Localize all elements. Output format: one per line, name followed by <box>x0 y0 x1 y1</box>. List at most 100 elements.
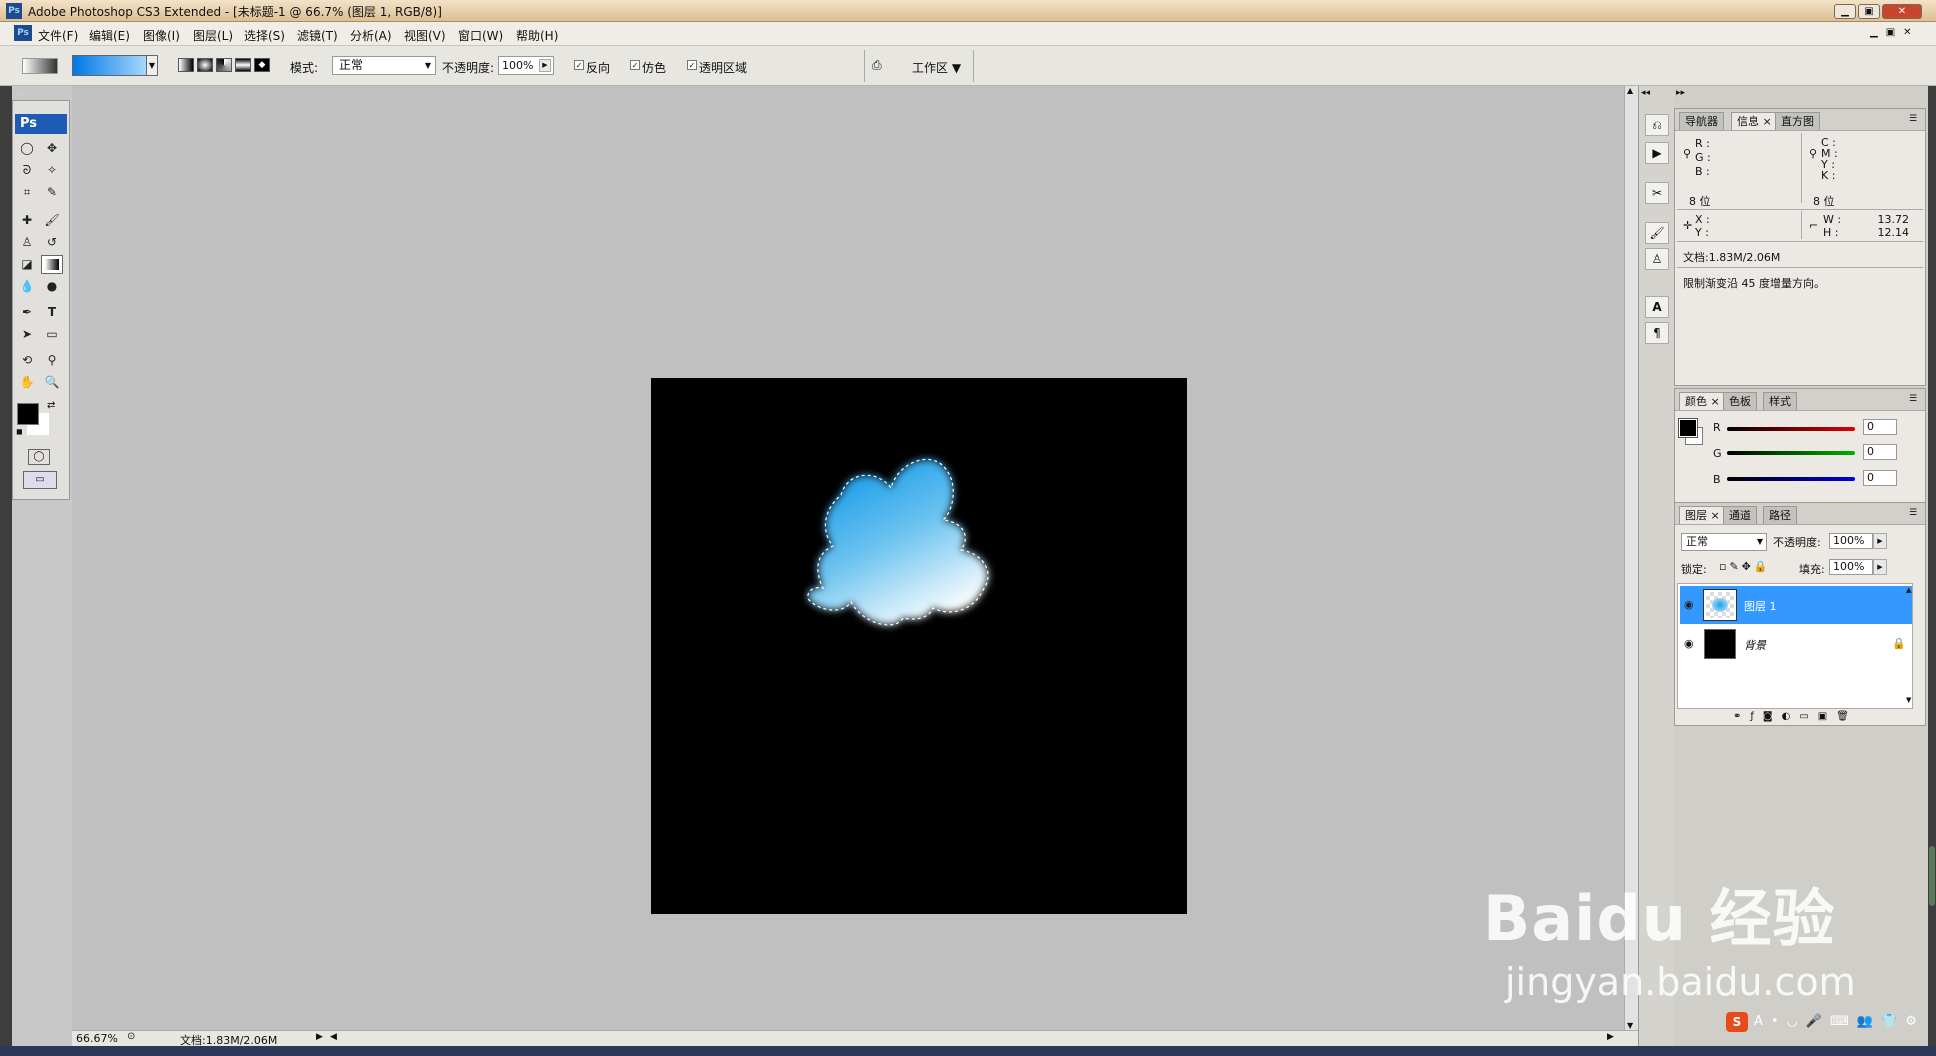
quick-mask-icon[interactable]: ◯ <box>28 449 50 465</box>
clone-stamp-tool-icon[interactable]: ♙ <box>16 233 38 252</box>
tab-navigator[interactable]: 导航器 <box>1679 112 1724 130</box>
layer-row-layer1[interactable]: ◉ 图层 1 <box>1680 586 1912 624</box>
color-fg-swatch[interactable] <box>1678 418 1698 438</box>
scroll-up-icon[interactable]: ▲ <box>1627 86 1633 95</box>
magic-wand-tool-icon[interactable]: ✧ <box>41 161 63 180</box>
angle-gradient-icon[interactable] <box>216 58 232 72</box>
linear-gradient-icon[interactable] <box>178 58 194 72</box>
gradient-dropdown-arrow-icon[interactable]: ▼ <box>146 55 158 76</box>
sogou-ime-icon[interactable]: S <box>1726 1012 1748 1032</box>
menu-help[interactable]: 帮助(H) <box>516 27 558 44</box>
clone-source-panel-icon[interactable]: ♙ <box>1645 248 1669 270</box>
scroll-down-icon[interactable]: ▼ <box>1627 1021 1633 1030</box>
layer-row-background[interactable]: ◉ 背景 🔒 <box>1680 625 1912 663</box>
ime-tool-icons[interactable]: A•◡🎤⌨👥👕⚙ <box>1754 1014 1925 1029</box>
character-panel-icon[interactable]: A <box>1645 296 1669 318</box>
scroll-up-icon[interactable]: ▲ <box>1906 586 1911 594</box>
reverse-checkbox[interactable]: ✓ <box>574 60 584 70</box>
red-slider[interactable] <box>1727 427 1855 431</box>
lock-icons[interactable]: ▫✎✥🔒 <box>1719 560 1771 573</box>
layer-fill-input[interactable]: 100% <box>1829 559 1873 575</box>
reflected-gradient-icon[interactable] <box>235 58 251 72</box>
tab-paths[interactable]: 路径 <box>1763 506 1797 524</box>
menu-window[interactable]: 窗口(W) <box>458 27 503 44</box>
scroll-left-icon[interactable]: ◀ <box>330 1032 337 1042</box>
red-value-input[interactable]: 0 <box>1863 419 1897 435</box>
history-brush-tool-icon[interactable]: ↺ <box>41 233 63 252</box>
3d-rotate-tool-icon[interactable]: ⟲ <box>16 351 38 370</box>
panel-menu-icon[interactable]: ☰ <box>1909 114 1917 124</box>
diamond-gradient-icon[interactable]: ◆ <box>254 58 270 72</box>
crop-tool-icon[interactable]: ⌗ <box>16 183 38 202</box>
shape-tool-icon[interactable]: ▭ <box>41 325 63 344</box>
green-value-input[interactable]: 0 <box>1863 444 1897 460</box>
document-canvas[interactable] <box>651 378 1187 914</box>
green-slider[interactable] <box>1727 451 1855 455</box>
layer-name[interactable]: 背景 <box>1744 637 1766 653</box>
mode-select[interactable]: 正常 ▼ <box>332 56 436 75</box>
swap-colors-icon[interactable]: ⇄ <box>47 400 55 411</box>
menu-view[interactable]: 视图(V) <box>404 27 446 44</box>
dither-checkbox[interactable]: ✓ <box>630 60 640 70</box>
type-tool-icon[interactable]: T <box>41 303 63 322</box>
close-button[interactable]: ✕ <box>1882 4 1922 19</box>
blue-value-input[interactable]: 0 <box>1863 470 1897 486</box>
bridge-icon[interactable]: ⎙ <box>872 58 894 74</box>
zoom-level[interactable]: 66.67% <box>76 1032 118 1045</box>
menu-filter[interactable]: 滤镜(T) <box>297 27 338 44</box>
healing-brush-tool-icon[interactable]: ✚ <box>16 211 38 230</box>
collapse-panels-icon[interactable]: ▸▸ <box>1676 88 1685 98</box>
tab-channels[interactable]: 通道 <box>1723 506 1757 524</box>
dodge-tool-icon[interactable]: ● <box>41 277 63 296</box>
blur-tool-icon[interactable]: 💧 <box>16 277 38 296</box>
actions-panel-icon[interactable]: ▶ <box>1645 142 1669 164</box>
panel-menu-icon[interactable]: ☰ <box>1909 508 1917 518</box>
workspace-button[interactable]: 工作区 ▼ <box>912 59 961 76</box>
scroll-right-icon[interactable]: ▶ <box>1607 1032 1614 1042</box>
history-panel-icon[interactable]: ⎌ <box>1645 114 1669 136</box>
maximize-button[interactable]: ▣ <box>1858 4 1880 19</box>
gradient-tool-preset-icon[interactable] <box>22 58 58 74</box>
eye-icon[interactable]: ◉ <box>1684 598 1694 611</box>
layer-actions-toolbar[interactable]: ⚭ƒ◙◐▭▣🗑 <box>1733 711 1858 722</box>
scroll-down-icon[interactable]: ▼ <box>1906 696 1911 704</box>
layer-name[interactable]: 图层 1 <box>1744 598 1777 614</box>
default-colors-icon[interactable]: ◼ <box>16 427 23 436</box>
opacity-field[interactable]: 100% ▶ <box>498 56 554 75</box>
document-icon[interactable]: Ps <box>14 25 32 41</box>
menu-layer[interactable]: 图层(L) <box>193 27 233 44</box>
slice-tool-icon[interactable]: ✎ <box>41 183 63 202</box>
foreground-color-swatch[interactable] <box>17 403 39 425</box>
blue-slider[interactable] <box>1727 477 1855 481</box>
expand-dock-icon[interactable]: ◂◂ <box>1641 88 1650 98</box>
gradient-tool-icon[interactable] <box>41 255 63 274</box>
path-selection-tool-icon[interactable]: ➤ <box>16 325 38 344</box>
transparency-checkbox[interactable]: ✓ <box>687 60 697 70</box>
menu-analysis[interactable]: 分析(A) <box>350 27 392 44</box>
menu-file[interactable]: 文件(F) <box>38 27 78 44</box>
status-info-icon[interactable]: ⊙ <box>127 1031 135 1042</box>
opacity-arrow-icon[interactable]: ▶ <box>1873 533 1887 549</box>
tab-styles[interactable]: 样式 <box>1763 392 1797 410</box>
eye-icon[interactable]: ◉ <box>1684 637 1694 650</box>
radial-gradient-icon[interactable] <box>197 58 213 72</box>
pen-tool-icon[interactable]: ✒ <box>16 303 38 322</box>
layer-opacity-input[interactable]: 100% <box>1829 533 1873 549</box>
status-menu-arrow-icon[interactable]: ▶ <box>316 1032 323 1042</box>
opacity-slider-arrow-icon[interactable]: ▶ <box>539 59 551 72</box>
hand-tool-icon[interactable]: ✋ <box>16 373 38 392</box>
brushes-panel-icon[interactable]: 🖌 <box>1645 222 1669 244</box>
eyedropper-tool-icon[interactable]: ⚲ <box>41 351 63 370</box>
minimize-button[interactable]: ▁ <box>1834 4 1856 19</box>
zoom-tool-icon[interactable]: 🔍 <box>41 373 63 392</box>
move-tool-icon[interactable]: ✥ <box>41 139 63 158</box>
eraser-tool-icon[interactable]: ◪ <box>16 255 38 274</box>
side-handle[interactable] <box>1929 846 1935 906</box>
panel-menu-icon[interactable]: ☰ <box>1909 394 1917 404</box>
document-window-controls[interactable]: ▁▣✕ <box>1870 27 1920 38</box>
paragraph-panel-icon[interactable]: ¶ <box>1645 322 1669 344</box>
tab-layers[interactable]: 图层 × <box>1679 506 1726 524</box>
tab-color[interactable]: 颜色 × <box>1679 392 1726 410</box>
menu-edit[interactable]: 编辑(E) <box>89 27 130 44</box>
menu-select[interactable]: 选择(S) <box>244 27 285 44</box>
